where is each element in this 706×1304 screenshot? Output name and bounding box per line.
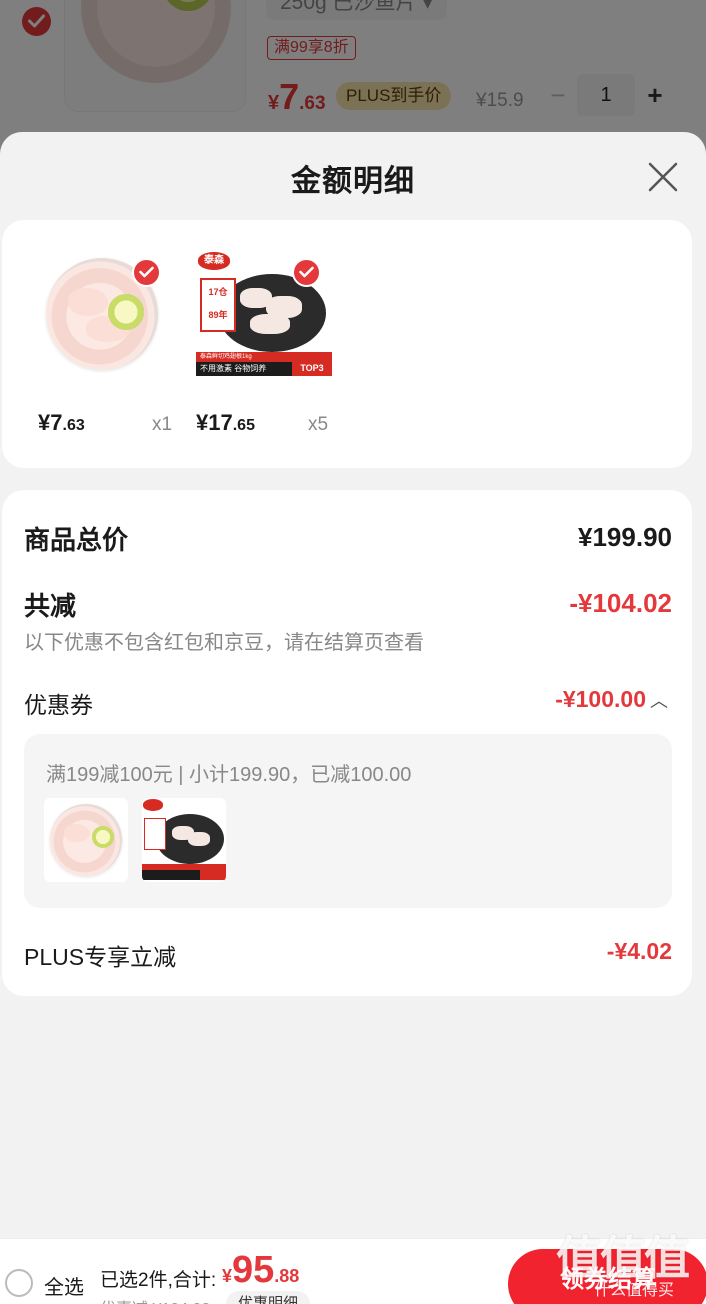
sheet-title: 金额明细 xyxy=(291,165,415,198)
product-quantity: x1 xyxy=(152,414,173,435)
amount-detail-sheet: 金额明细 ¥7.63 x1 泰森 17仓 89年 泰森鲜切鸡翅根1kg 不用激素… xyxy=(0,132,706,1304)
plus-discount-value: -¥4.02 xyxy=(606,938,672,964)
total-price-label: 商品总价 xyxy=(24,525,129,555)
top3-badge xyxy=(200,869,226,880)
coupon-product-thumb xyxy=(44,798,128,882)
brand-logo: 泰森 xyxy=(198,252,230,270)
coupon-product-thumb xyxy=(142,798,226,882)
check-icon xyxy=(299,266,314,278)
top3-badge: TOP3 xyxy=(292,360,332,376)
select-all-checkbox[interactable] xyxy=(5,1269,33,1297)
badge-bottom-text: 89年 xyxy=(208,310,228,320)
product-item[interactable]: ¥7.63 x1 xyxy=(38,220,188,468)
certificate-badge: 17仓 89年 xyxy=(200,278,236,332)
price-symbol: ¥ xyxy=(222,1266,233,1286)
check-icon xyxy=(139,266,154,278)
coupon-toggle[interactable]: -¥100.00 ︿ xyxy=(555,686,668,713)
price-decimal: .65 xyxy=(232,417,255,434)
badge-top-text: 17仓 xyxy=(208,287,228,297)
select-all-label[interactable]: 全选 xyxy=(44,1271,84,1300)
product-feature-strip: 不用激素 谷物饲养 xyxy=(196,362,292,376)
fish-fillet-graphic xyxy=(68,288,108,316)
fish-fillet-graphic xyxy=(64,824,90,842)
coupon-value: -¥100.00 xyxy=(555,686,646,712)
total-price: ¥95.88 xyxy=(222,1249,299,1292)
brand-logo xyxy=(143,799,163,811)
close-icon xyxy=(648,162,678,192)
price-integer: 95 xyxy=(232,1249,275,1291)
discount-summary: 优惠减:¥104.02 xyxy=(100,1295,210,1304)
coupon-label: 优惠券 xyxy=(24,692,93,718)
products-card: ¥7.63 x1 泰森 17仓 89年 泰森鲜切鸡翅根1kg 不用激素 谷物饲养 … xyxy=(2,220,692,468)
product-price: ¥17.65 xyxy=(196,410,255,436)
total-price-value: ¥199.90 xyxy=(578,522,672,552)
product-quantity: x5 xyxy=(308,414,329,435)
plus-discount-label: PLUS专享立减 xyxy=(24,944,177,970)
discount-detail-button[interactable]: 优惠明细 xyxy=(226,1291,311,1304)
close-button[interactable] xyxy=(646,160,680,194)
discount-note: 以下优惠不包含红包和京豆，请在结算页查看 xyxy=(24,632,424,654)
certificate-badge xyxy=(144,818,166,850)
product-item[interactable]: 泰森 17仓 89年 泰森鲜切鸡翅根1kg 不用激素 谷物饲养 TOP3 ¥17.… xyxy=(196,220,346,468)
coupon-detail-box: 满199减100元 | 小计199.90，已减100.00 xyxy=(24,734,672,908)
coupon-detail-text: 满199减100元 | 小计199.90，已减100.00 xyxy=(46,764,412,786)
price-symbol: ¥ xyxy=(196,410,209,435)
product-check[interactable] xyxy=(132,258,161,287)
meat-graphic xyxy=(250,314,290,334)
chevron-up-icon: ︿ xyxy=(650,691,668,711)
meat-graphic xyxy=(188,832,210,846)
price-symbol: ¥ xyxy=(38,410,51,435)
watermark: 值值值 什么值得买 xyxy=(556,1222,702,1302)
lemon-slice-graphic xyxy=(108,294,144,330)
product-feature-strip xyxy=(142,870,200,880)
price-integer: 7 xyxy=(50,410,63,435)
reduce-value: -¥104.02 xyxy=(569,588,672,618)
lemon-slice-graphic xyxy=(92,826,114,848)
selected-count-text: 已选2件,合计: xyxy=(100,1270,217,1291)
product-check[interactable] xyxy=(292,258,321,287)
price-decimal: .88 xyxy=(274,1266,300,1286)
fish-plate-graphic xyxy=(50,804,122,876)
chicken-pack-graphic xyxy=(142,798,226,882)
price-decimal: .63 xyxy=(62,417,85,434)
watermark-text: 什么值得买 xyxy=(594,1282,675,1299)
reduce-label: 共减 xyxy=(24,591,77,621)
product-price: ¥7.63 xyxy=(38,410,85,436)
price-integer: 17 xyxy=(208,410,233,435)
summary-card: 商品总价 ¥199.90 共减 -¥104.02 以下优惠不包含红包和京豆，请在… xyxy=(2,490,692,996)
